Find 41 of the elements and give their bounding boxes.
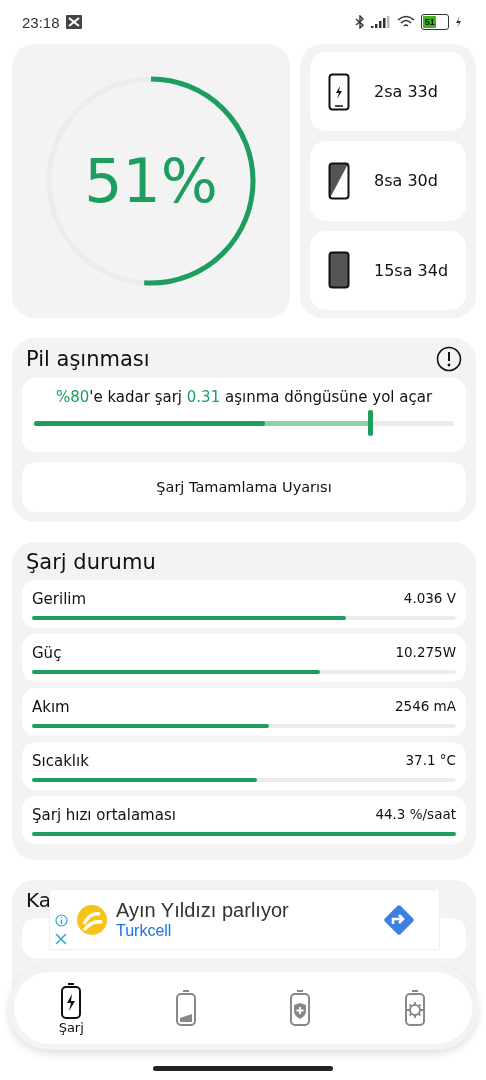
section-title: Pil aşınması [26, 347, 150, 371]
ad-headline: Ayın Yıldızı parlıyor [116, 899, 290, 922]
metric-value: 10.275W [395, 644, 456, 662]
metric-value: 44.3 %/saat [375, 806, 456, 824]
nav-tab[interactable]: Şarj [41, 981, 102, 1035]
metric-value: 2546 mA [394, 698, 456, 716]
notification-icon [65, 15, 82, 29]
phone-icon [328, 251, 350, 290]
time-estimate: 15sa 34d [374, 260, 449, 280]
metric-label: Güç [32, 644, 62, 662]
phone-icon [328, 72, 350, 111]
metric-label: Gerilim [32, 590, 87, 608]
charge-alert-button[interactable]: Şarj Tamamlama Uyarısı [22, 462, 466, 512]
section-title: Ka [26, 888, 52, 912]
battery-shield-icon [289, 989, 312, 1027]
battery-charging-icon [60, 981, 83, 1020]
wifi-icon [397, 15, 415, 29]
status-time: 23:18 [22, 13, 60, 31]
metric-value: 37.1 °C [405, 752, 456, 770]
info-icon[interactable] [436, 346, 462, 372]
battery-icon [174, 989, 197, 1027]
metric-label: Şarj hızı ortalaması [32, 806, 176, 824]
signal-icon [371, 16, 391, 28]
wear-slider[interactable] [34, 410, 454, 436]
section-title: Şarj durumu [26, 550, 156, 574]
logo-icon [76, 903, 108, 936]
metric-label: Sıcaklık [32, 752, 89, 770]
metric-value: 4.036 V [403, 590, 456, 608]
charge-percent: 51% [84, 146, 218, 216]
phone-icon [328, 162, 350, 200]
close-icon[interactable] [55, 933, 67, 945]
time-estimate: 8sa 30d [374, 171, 438, 191]
battery-indicator: 51 [421, 14, 449, 30]
wear-description: %80'e kadar şarj 0.31 aşınma döngüsüne yol açar [54, 388, 434, 406]
charging-icon [455, 16, 462, 28]
metric-label: Akım [32, 698, 70, 716]
battery-gear-icon [403, 989, 426, 1027]
ad-advertiser: Turkcell [116, 922, 173, 940]
time-estimate: 2sa 33d [374, 82, 438, 102]
ad-banner[interactable]: Ayın Yıldızı parlıyor Turkcell [49, 889, 440, 950]
bluetooth-icon [355, 15, 365, 29]
